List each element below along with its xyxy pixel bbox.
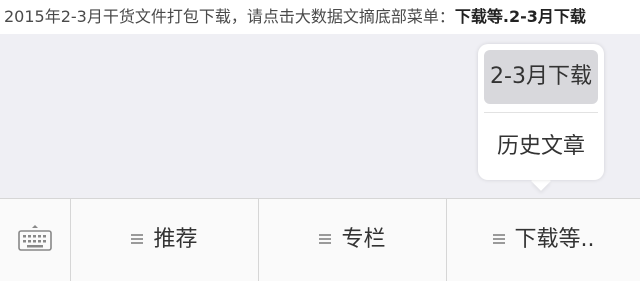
submenu-item-history[interactable]: 历史文章 bbox=[484, 120, 598, 174]
keyboard-toggle-button[interactable] bbox=[0, 199, 71, 281]
submenu-popup: 2-3月下载 历史文章 bbox=[478, 44, 604, 180]
menu-item-label: 推荐 bbox=[153, 227, 198, 252]
menu-item-column[interactable]: 专栏 bbox=[259, 199, 447, 281]
bottom-menu-bar: 推荐 专栏 下载等.. bbox=[0, 198, 640, 281]
instruction-text: 2015年2-3月干货文件打包下载，请点击大数据文摘底部菜单：下载等.2-3月下… bbox=[4, 4, 636, 30]
menu-item-label: 下载等.. bbox=[514, 227, 595, 252]
menu-lines-icon bbox=[492, 234, 505, 244]
menu-lines-icon bbox=[131, 234, 144, 244]
submenu-item-download[interactable]: 2-3月下载 bbox=[484, 50, 598, 104]
instruction-emphasis: 下载等.2-3月下载 bbox=[454, 7, 586, 26]
menu-item-recommend[interactable]: 推荐 bbox=[71, 199, 259, 281]
keyboard-icon bbox=[18, 225, 52, 251]
chat-screen: 2-3月下载 历史文章 推荐 专栏 下载等.. bbox=[0, 34, 640, 281]
menu-lines-icon bbox=[319, 234, 332, 244]
instruction-intro: 2015年2-3月干货文件打包下载，请点击大数据文摘底部菜单： bbox=[4, 7, 455, 26]
menu-item-downloads[interactable]: 下载等.. bbox=[447, 199, 640, 281]
submenu-divider bbox=[484, 112, 598, 113]
menu-item-label: 专栏 bbox=[341, 227, 386, 252]
